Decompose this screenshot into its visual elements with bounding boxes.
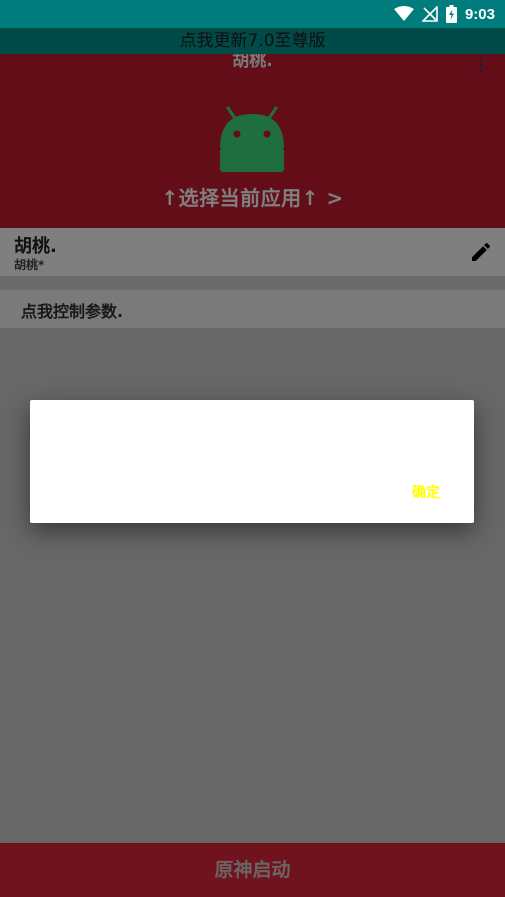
no-signal-icon xyxy=(421,6,438,22)
status-bar: 9:03 xyxy=(0,0,505,28)
app-screen: 9:03 点我更新7.0至尊版 胡桃. ↑选择当前应用↑ > 胡桃. 胡桃* xyxy=(0,0,505,897)
battery-charging-icon xyxy=(445,5,457,23)
wifi-icon xyxy=(393,6,414,21)
dialog-ok-button[interactable]: 确定 xyxy=(408,478,444,506)
status-icons: 9:03 xyxy=(393,4,495,24)
alert-dialog: 确定 xyxy=(30,400,474,523)
status-time: 9:03 xyxy=(464,5,495,23)
